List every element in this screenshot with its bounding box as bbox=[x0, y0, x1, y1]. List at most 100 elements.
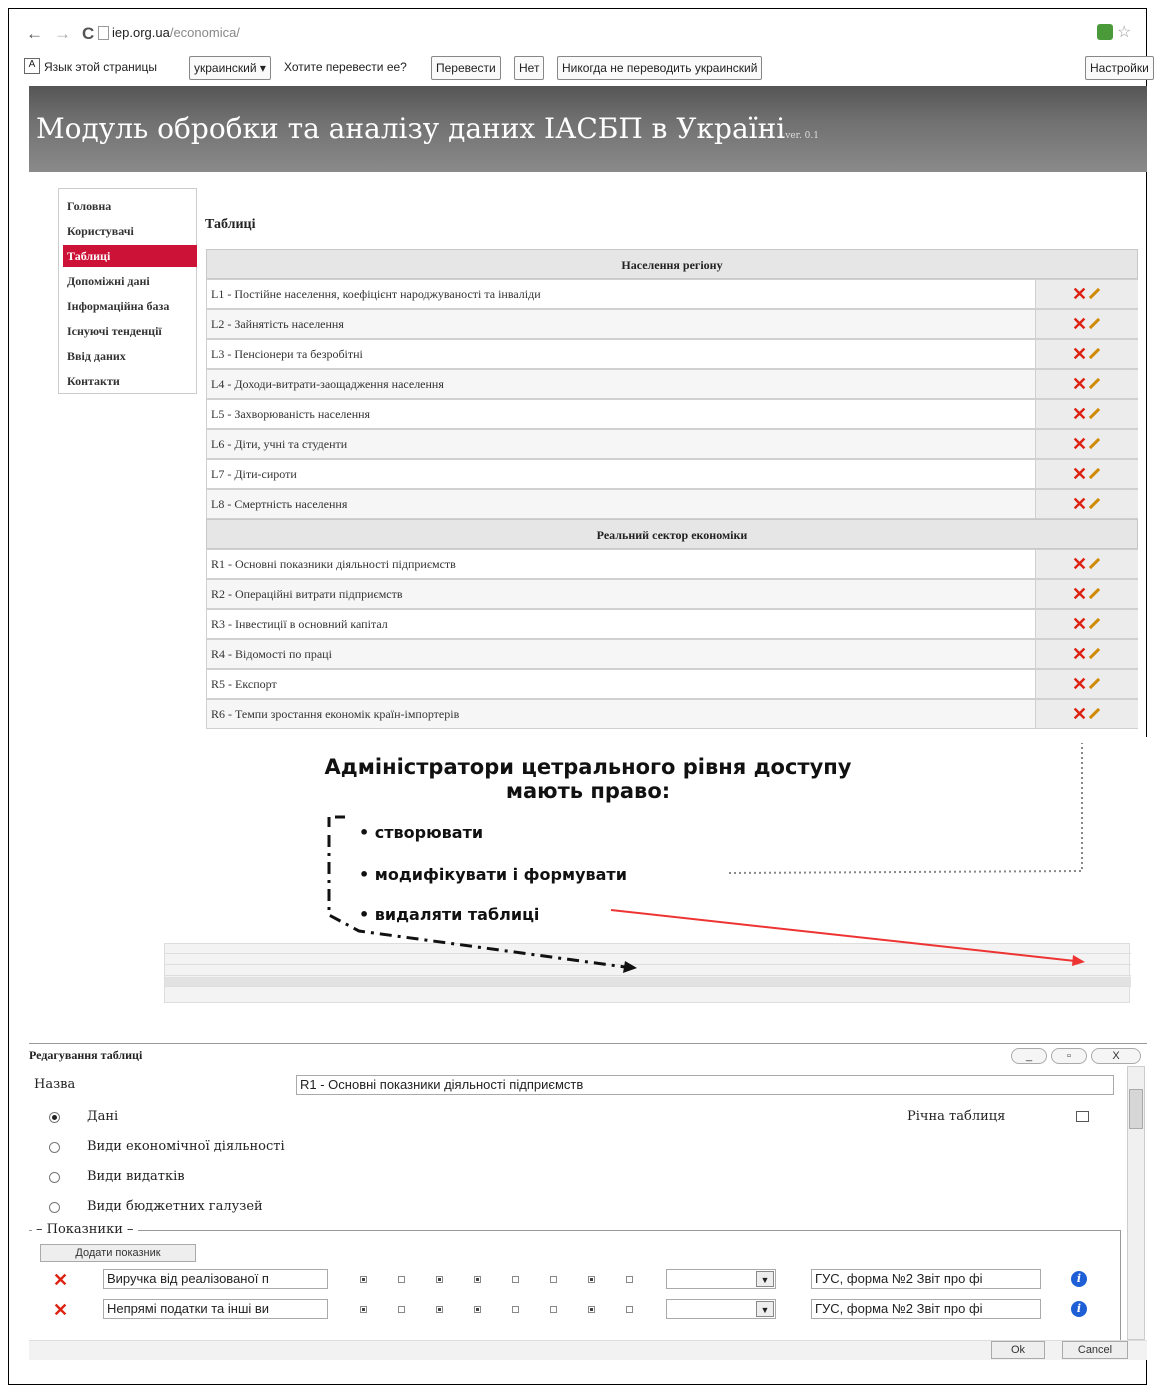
table-row-label[interactable]: R4 - Відомості по праці bbox=[211, 640, 332, 668]
edit-icon[interactable] bbox=[1088, 617, 1101, 630]
edit-icon[interactable] bbox=[1088, 557, 1101, 570]
language-select[interactable]: украинский ▾ bbox=[189, 56, 271, 80]
forward-button[interactable]: → bbox=[54, 24, 71, 44]
delete-indicator-icon[interactable]: ✕ bbox=[53, 1301, 68, 1319]
indicator-option-checkbox[interactable] bbox=[626, 1276, 633, 1283]
sidebar-item[interactable]: Контакти bbox=[63, 370, 197, 392]
sidebar-item[interactable]: Допоміжні дані bbox=[63, 270, 197, 292]
indicator-option-checkbox[interactable] bbox=[626, 1306, 633, 1313]
settings-button[interactable]: Настройки bbox=[1085, 56, 1154, 80]
add-indicator-button[interactable]: Додати показник bbox=[40, 1244, 196, 1262]
delete-icon[interactable]: ✕ bbox=[1072, 585, 1087, 603]
indicator-option-checkbox[interactable] bbox=[436, 1276, 443, 1283]
indicator-option-checkbox[interactable] bbox=[360, 1276, 367, 1283]
close-button[interactable]: X bbox=[1091, 1048, 1141, 1064]
scrollbar-thumb[interactable] bbox=[1129, 1089, 1143, 1129]
reload-button[interactable]: C bbox=[82, 24, 94, 44]
no-button[interactable]: Нет bbox=[514, 56, 545, 80]
delete-icon[interactable]: ✕ bbox=[1072, 555, 1087, 573]
cancel-button[interactable]: Cancel bbox=[1062, 1341, 1128, 1359]
never-translate-button[interactable]: Никогда не переводить украинский bbox=[557, 56, 763, 80]
indicator-option-checkbox[interactable] bbox=[588, 1306, 595, 1313]
indicator-source-input[interactable]: ГУС, форма №2 Звіт про фі bbox=[811, 1269, 1041, 1289]
delete-icon[interactable]: ✕ bbox=[1072, 405, 1087, 423]
delete-icon[interactable]: ✕ bbox=[1072, 435, 1087, 453]
delete-icon[interactable]: ✕ bbox=[1072, 675, 1087, 693]
sidebar-item[interactable]: Існуючі тенденції bbox=[63, 320, 197, 342]
edit-icon[interactable] bbox=[1088, 497, 1101, 510]
table-row-label[interactable]: L5 - Захворюваність населення bbox=[211, 400, 370, 428]
radio-expenditures[interactable] bbox=[49, 1172, 60, 1183]
indicator-name-input[interactable]: Виручка від реалізованої п bbox=[103, 1269, 328, 1289]
delete-icon[interactable]: ✕ bbox=[1072, 285, 1087, 303]
table-row-label[interactable]: R1 - Основні показники діяльності підпри… bbox=[211, 550, 456, 578]
edit-icon[interactable] bbox=[1088, 467, 1101, 480]
table-row-label[interactable]: R2 - Операційні витрати підприємств bbox=[211, 580, 403, 608]
indicator-option-checkbox[interactable] bbox=[436, 1306, 443, 1313]
table-row-label[interactable]: L6 - Діти, учні та студенти bbox=[211, 430, 347, 458]
table-row-label[interactable]: L3 - Пенсіонери та безробітні bbox=[211, 340, 363, 368]
table-row-label[interactable]: R5 - Експорт bbox=[211, 670, 277, 698]
chevron-down-icon[interactable]: ▼ bbox=[756, 1271, 774, 1287]
info-icon[interactable]: i bbox=[1071, 1301, 1087, 1317]
delete-icon[interactable]: ✕ bbox=[1072, 375, 1087, 393]
indicator-option-checkbox[interactable] bbox=[398, 1306, 405, 1313]
indicator-option-checkbox[interactable] bbox=[360, 1306, 367, 1313]
indicator-option-checkbox[interactable] bbox=[550, 1306, 557, 1313]
sidebar-item[interactable]: Таблиці bbox=[63, 245, 197, 267]
back-button[interactable]: ← bbox=[26, 24, 43, 44]
table-row-label[interactable]: R3 - Інвестиції в основний капітал bbox=[211, 610, 388, 638]
indicator-name-input[interactable]: Непрямі податки та інші ви bbox=[103, 1299, 328, 1319]
maximize-button[interactable]: ▫ bbox=[1051, 1048, 1087, 1064]
edit-icon[interactable] bbox=[1088, 587, 1101, 600]
indicator-option-checkbox[interactable] bbox=[474, 1306, 481, 1313]
sidebar-item[interactable]: Ввід даних bbox=[63, 345, 197, 367]
indicator-option-checkbox[interactable] bbox=[512, 1276, 519, 1283]
table-row-label[interactable]: L4 - Доходи-витрати-заощадження населенн… bbox=[211, 370, 444, 398]
info-icon[interactable]: i bbox=[1071, 1271, 1087, 1287]
radio-budget-sectors[interactable] bbox=[49, 1202, 60, 1213]
edit-icon[interactable] bbox=[1088, 437, 1101, 450]
delete-icon[interactable]: ✕ bbox=[1072, 465, 1087, 483]
chevron-down-icon[interactable]: ▼ bbox=[756, 1301, 774, 1317]
scrollbar[interactable] bbox=[1127, 1066, 1145, 1340]
delete-icon[interactable]: ✕ bbox=[1072, 615, 1087, 633]
indicator-option-checkbox[interactable] bbox=[474, 1276, 481, 1283]
table-row-label[interactable]: L8 - Смертність населення bbox=[211, 490, 347, 518]
edit-icon[interactable] bbox=[1088, 377, 1101, 390]
indicator-option-checkbox[interactable] bbox=[512, 1306, 519, 1313]
translate-button[interactable]: Перевести bbox=[431, 56, 501, 80]
delete-icon[interactable]: ✕ bbox=[1072, 645, 1087, 663]
table-row-label[interactable]: L1 - Постійне населення, коефіцієнт наро… bbox=[211, 280, 541, 308]
edit-icon[interactable] bbox=[1088, 287, 1101, 300]
sidebar-item[interactable]: Головна bbox=[63, 195, 197, 217]
delete-icon[interactable]: ✕ bbox=[1072, 315, 1087, 333]
indicator-source-input[interactable]: ГУС, форма №2 Звіт про фі bbox=[811, 1299, 1041, 1319]
sidebar-item[interactable]: Користувачі bbox=[63, 220, 197, 242]
delete-icon[interactable]: ✕ bbox=[1072, 495, 1087, 513]
radio-economic-activity[interactable] bbox=[49, 1142, 60, 1153]
delete-indicator-icon[interactable]: ✕ bbox=[53, 1271, 68, 1289]
indicator-option-checkbox[interactable] bbox=[588, 1276, 595, 1283]
extension-icon[interactable] bbox=[1097, 24, 1113, 40]
indicator-option-checkbox[interactable] bbox=[398, 1276, 405, 1283]
table-row-label[interactable]: L7 - Діти-сироти bbox=[211, 460, 297, 488]
url-field[interactable]: iep.org.ua/economica/ bbox=[112, 25, 240, 40]
radio-data[interactable] bbox=[49, 1112, 60, 1123]
edit-icon[interactable] bbox=[1088, 707, 1101, 720]
edit-icon[interactable] bbox=[1088, 317, 1101, 330]
minimize-button[interactable]: _ bbox=[1011, 1048, 1047, 1064]
edit-icon[interactable] bbox=[1088, 347, 1101, 360]
edit-icon[interactable] bbox=[1088, 677, 1101, 690]
indicator-option-checkbox[interactable] bbox=[550, 1276, 557, 1283]
table-row-label[interactable]: R6 - Темпи зростання економік країн-імпо… bbox=[211, 700, 459, 728]
delete-icon[interactable]: ✕ bbox=[1072, 705, 1087, 723]
edit-icon[interactable] bbox=[1088, 407, 1101, 420]
star-icon[interactable]: ☆ bbox=[1117, 22, 1131, 42]
name-input[interactable]: R1 - Основні показники діяльності підпри… bbox=[296, 1075, 1114, 1095]
table-row-label[interactable]: L2 - Зайнятість населення bbox=[211, 310, 344, 338]
delete-icon[interactable]: ✕ bbox=[1072, 345, 1087, 363]
indicator-select[interactable]: ▼ bbox=[666, 1269, 776, 1289]
indicator-select[interactable]: ▼ bbox=[666, 1299, 776, 1319]
sidebar-item[interactable]: Інформаційна база bbox=[63, 295, 197, 317]
